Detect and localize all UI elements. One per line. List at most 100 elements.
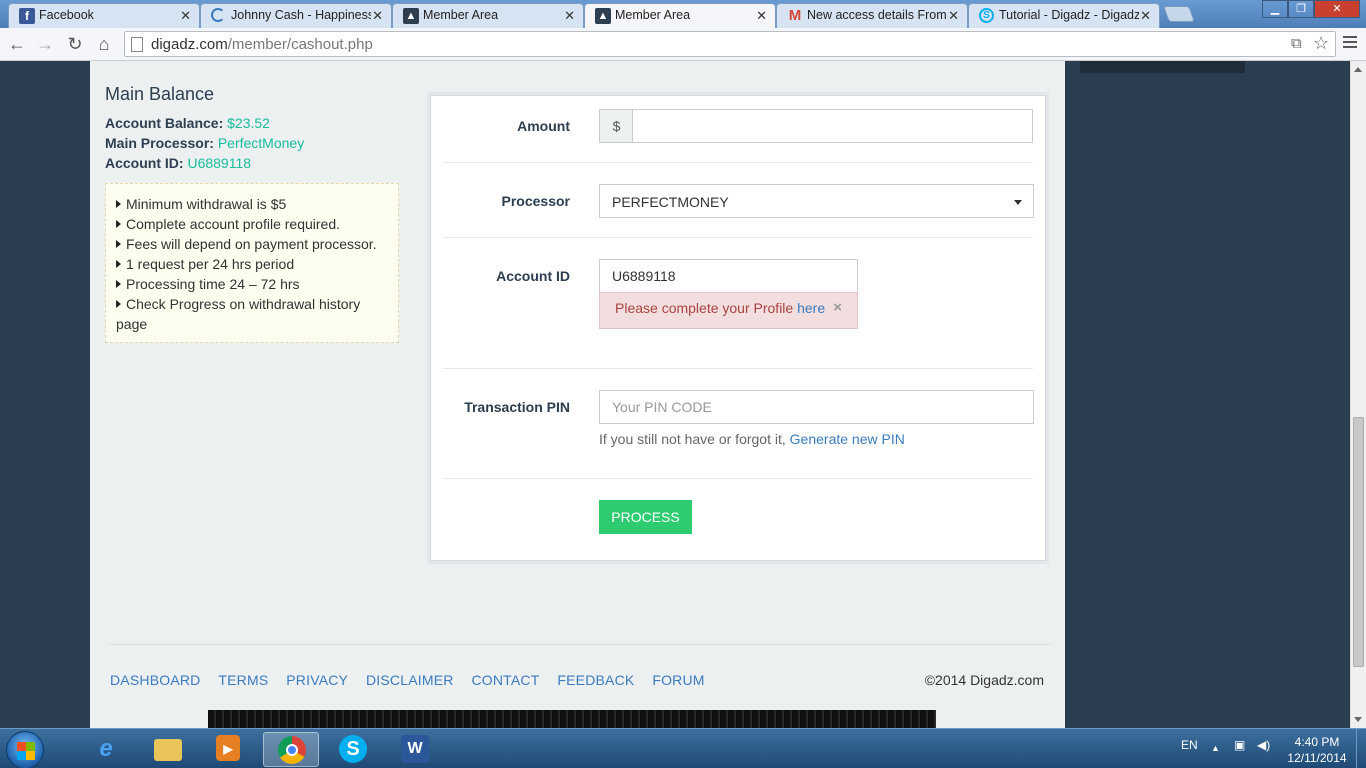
tab-label: Member Area [423, 8, 499, 22]
note-item: Check Progress on withdrawal history pag… [116, 296, 361, 332]
tray-expand-icon[interactable]: ▲ [1211, 743, 1220, 753]
skype-icon: S [339, 735, 367, 763]
volume-icon[interactable]: ◀) [1257, 738, 1270, 752]
reload-icon[interactable]: ↻ [64, 33, 86, 55]
url-text: digadz.com/member/cashout.php [151, 36, 373, 53]
tab-tutorial[interactable]: S Tutorial - Digadz - Digadz ✕ [968, 3, 1160, 28]
chrome-menu-icon[interactable] [1341, 33, 1359, 51]
footer-link-feedback[interactable]: FEEDBACK [557, 672, 634, 688]
language-indicator[interactable]: EN [1181, 738, 1198, 752]
taskbar-internet-explorer[interactable]: e [78, 732, 134, 767]
profile-link[interactable]: here [797, 300, 825, 316]
amount-input[interactable] [632, 109, 1033, 143]
page-scrollbar[interactable] [1350, 61, 1366, 728]
windows-taskbar: e ▶ S W EN ▲ ▣ ◀) 4:40 PM 12/11/2014 [0, 728, 1366, 768]
chrome-icon [278, 736, 306, 764]
pin-input[interactable]: Your PIN CODE [599, 390, 1034, 424]
browser-toolbar: ← → ↻ ⌂ digadz.com/member/cashout.php ⧉ … [0, 28, 1366, 61]
footer-link-terms[interactable]: TERMS [218, 672, 268, 688]
pin-help-text: If you still not have or forgot it, Gene… [599, 431, 905, 447]
start-button[interactable] [6, 731, 44, 768]
divider [443, 237, 1033, 238]
caret-right-icon [116, 200, 121, 208]
translate-icon[interactable]: ⧉ [1291, 35, 1302, 52]
generate-pin-link[interactable]: Generate new PIN [790, 431, 905, 447]
network-icon[interactable]: ▣ [1234, 738, 1245, 752]
minimize-button[interactable]: ▁ [1262, 0, 1288, 18]
tab-label: Member Area [615, 8, 691, 22]
windows-logo-icon [17, 742, 35, 760]
note-item: 1 request per 24 hrs period [116, 254, 390, 274]
gmail-icon: M [788, 7, 802, 24]
transaction-pin-label: Transaction PIN [464, 399, 570, 415]
tab-member-area[interactable]: ▲ Member Area ✕ [392, 3, 584, 28]
tab-facebook[interactable]: f Facebook ✕ [8, 3, 200, 28]
note-item: Complete account profile required. [116, 214, 390, 234]
amount-label: Amount [517, 118, 570, 134]
taskbar-chrome[interactable] [263, 732, 319, 767]
show-desktop-button[interactable] [1356, 729, 1366, 768]
taskbar-word[interactable]: W [387, 732, 443, 767]
close-icon[interactable]: ✕ [1140, 8, 1151, 24]
tab-johnny-cash[interactable]: Johnny Cash - Happiness ✕ [200, 3, 392, 28]
window-close-button[interactable]: ✕ [1314, 0, 1360, 18]
main-balance-title: Main Balance [105, 84, 215, 104]
account-id-label: Account ID [496, 268, 570, 284]
scroll-up-arrow-icon[interactable] [1354, 67, 1362, 72]
alert-close-icon[interactable]: × [833, 299, 842, 316]
forward-arrow-icon[interactable]: → [34, 33, 56, 55]
process-button[interactable]: PROCESS [599, 500, 692, 534]
facebook-icon: f [19, 8, 35, 24]
main-container: Main Balance Account Balance: $23.52 Mai… [90, 61, 1065, 728]
page-icon [131, 37, 143, 52]
new-tab-button[interactable] [1163, 6, 1195, 22]
skype-s-icon: S [979, 8, 994, 23]
footer-divider [110, 644, 1050, 645]
tab-gmail[interactable]: M New access details From D ✕ [776, 3, 968, 28]
caret-right-icon [116, 240, 121, 248]
account-id-input[interactable]: U6889118 [599, 259, 858, 293]
media-player-icon: ▶ [216, 735, 240, 761]
clock-time: 4:40 PM [1294, 735, 1340, 749]
address-bar[interactable]: digadz.com/member/cashout.php ⧉ ☆ [124, 31, 1336, 57]
tab-label: New access details From D [807, 8, 947, 22]
footer-nav: DASHBOARD TERMS PRIVACY DISCLAIMER CONTA… [110, 672, 719, 688]
caret-right-icon [116, 260, 121, 268]
note-item: Processing time 24 – 72 hrs [116, 274, 390, 294]
footer-link-disclaimer[interactable]: DISCLAIMER [366, 672, 454, 688]
footer-link-privacy[interactable]: PRIVACY [286, 672, 348, 688]
page-viewport: Main Balance Account Balance: $23.52 Mai… [0, 61, 1350, 728]
cashout-form: Amount $ Processor PERFECTMONEY Account … [430, 95, 1046, 561]
digadz-icon: ▲ [403, 8, 419, 24]
note-item: Minimum withdrawal is $5 [116, 194, 390, 214]
taskbar-media-player[interactable]: ▶ [200, 732, 256, 767]
browser-tab-strip: f Facebook ✕ Johnny Cash - Happiness ✕ ▲… [0, 0, 1366, 28]
bookmark-star-icon[interactable]: ☆ [1313, 33, 1329, 54]
taskbar-skype[interactable]: S [325, 732, 381, 767]
digadz-icon: ▲ [595, 8, 611, 24]
system-clock[interactable]: 4:40 PM 12/11/2014 [1284, 734, 1350, 766]
close-icon[interactable]: ✕ [564, 8, 575, 24]
maximize-button[interactable]: ❐ [1288, 0, 1314, 18]
word-icon: W [401, 735, 429, 763]
tab-label: Facebook [39, 8, 94, 22]
footer-link-dashboard[interactable]: DASHBOARD [110, 672, 200, 688]
scroll-down-arrow-icon[interactable] [1354, 717, 1362, 722]
close-icon[interactable]: ✕ [948, 8, 959, 24]
close-icon[interactable]: ✕ [756, 8, 767, 24]
back-arrow-icon[interactable]: ← [6, 33, 28, 55]
home-icon[interactable]: ⌂ [93, 33, 115, 55]
tab-member-area-active[interactable]: ▲ Member Area ✕ [584, 3, 776, 28]
caret-right-icon [116, 220, 121, 228]
footer-link-contact[interactable]: CONTACT [471, 672, 539, 688]
processor-select[interactable]: PERFECTMONEY [599, 184, 1034, 218]
close-icon[interactable]: ✕ [180, 8, 191, 24]
footer-link-forum[interactable]: FORUM [652, 672, 704, 688]
tab-label: Tutorial - Digadz - Digadz [999, 8, 1139, 22]
close-icon[interactable]: ✕ [372, 8, 383, 24]
main-processor: Main Processor: PerfectMoney [105, 135, 305, 151]
scroll-thumb[interactable] [1353, 417, 1364, 667]
footer-banner[interactable] [208, 710, 936, 728]
chevron-down-icon [1014, 200, 1022, 205]
taskbar-file-explorer[interactable] [140, 732, 196, 767]
